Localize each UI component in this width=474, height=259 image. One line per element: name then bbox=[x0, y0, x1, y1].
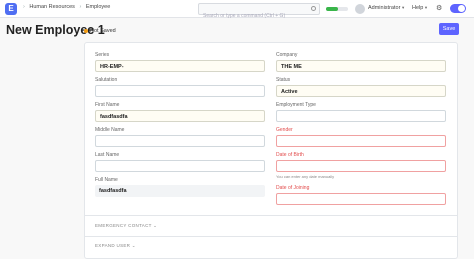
section-expand-user[interactable]: EXPAND USER ⌄ bbox=[95, 243, 136, 249]
status-text: Not Saved bbox=[90, 28, 116, 34]
full-name-label: Full Name bbox=[95, 177, 118, 183]
progress-fill bbox=[326, 7, 339, 11]
user-name: Administrator bbox=[368, 5, 401, 11]
series-label: Series bbox=[95, 52, 110, 58]
date-of-birth-label: Date of Birth bbox=[276, 152, 304, 158]
chevron-right-icon: › bbox=[23, 4, 25, 10]
last-name-label: Last Name bbox=[95, 152, 120, 158]
section-divider bbox=[84, 215, 458, 216]
help-label: Help bbox=[412, 5, 424, 11]
date-of-birth-field[interactable] bbox=[276, 160, 446, 172]
section-divider bbox=[84, 236, 458, 237]
section-expand-user-label: EXPAND USER bbox=[95, 243, 131, 248]
salutation-field[interactable] bbox=[95, 85, 265, 97]
avatar[interactable] bbox=[355, 4, 365, 14]
breadcrumb-employee[interactable]: Employee bbox=[86, 4, 110, 10]
save-button[interactable]: Save bbox=[439, 23, 459, 35]
section-emergency-contact[interactable]: EMERGENCY CONTACT ⌄ bbox=[95, 223, 157, 229]
theme-toggle[interactable] bbox=[450, 4, 466, 13]
search-bar[interactable] bbox=[198, 3, 320, 21]
middle-name-field[interactable] bbox=[95, 135, 265, 147]
full-name-value: fasdfasdfa bbox=[95, 185, 265, 197]
last-name-field[interactable] bbox=[95, 160, 265, 172]
breadcrumb: › Human Resources › Employee bbox=[20, 4, 110, 10]
first-name-label: First Name bbox=[95, 102, 120, 108]
gear-icon[interactable]: ⚙ bbox=[436, 5, 442, 12]
first-name-field[interactable]: fasdfasdfa bbox=[95, 110, 265, 122]
status-badge: Not Saved bbox=[84, 28, 116, 34]
salutation-label: Salutation bbox=[95, 77, 118, 83]
date-of-joining-field[interactable] bbox=[276, 193, 446, 205]
gender-field[interactable] bbox=[276, 135, 446, 147]
employment-type-label: Employment Type bbox=[276, 102, 316, 108]
status-field[interactable]: Active bbox=[276, 85, 446, 97]
date-of-birth-hint: You can enter any date manually bbox=[276, 174, 335, 179]
company-label: Company bbox=[276, 52, 298, 58]
employment-type-field[interactable] bbox=[276, 110, 446, 122]
user-menu[interactable]: Administrator ▾ bbox=[368, 5, 404, 11]
date-of-joining-label: Date of Joining bbox=[276, 185, 310, 191]
chevron-down-icon: ▾ bbox=[401, 5, 405, 10]
breadcrumb-human-resources[interactable]: Human Resources bbox=[29, 4, 75, 10]
help-menu[interactable]: Help ▾ bbox=[412, 5, 427, 11]
company-field[interactable]: THE ME bbox=[276, 60, 446, 72]
gender-label: Gender bbox=[276, 127, 293, 133]
chevron-down-icon: ⌄ bbox=[131, 243, 136, 248]
chevron-down-icon: ▾ bbox=[424, 5, 428, 10]
chevron-down-icon: ⌄ bbox=[153, 223, 158, 228]
status-label: Status bbox=[276, 77, 291, 83]
progress-bar bbox=[326, 7, 348, 11]
app-logo[interactable]: E bbox=[5, 3, 17, 15]
middle-name-label: Middle Name bbox=[95, 127, 125, 133]
search-input[interactable] bbox=[199, 11, 309, 21]
section-emergency-contact-label: EMERGENCY CONTACT bbox=[95, 223, 152, 228]
series-field[interactable]: HR-EMP- bbox=[95, 60, 265, 72]
top-navbar: E › Human Resources › Employee Administr… bbox=[0, 0, 474, 21]
search-icon bbox=[311, 6, 316, 11]
status-dot-icon bbox=[84, 28, 88, 33]
chevron-right-icon: › bbox=[79, 4, 82, 10]
